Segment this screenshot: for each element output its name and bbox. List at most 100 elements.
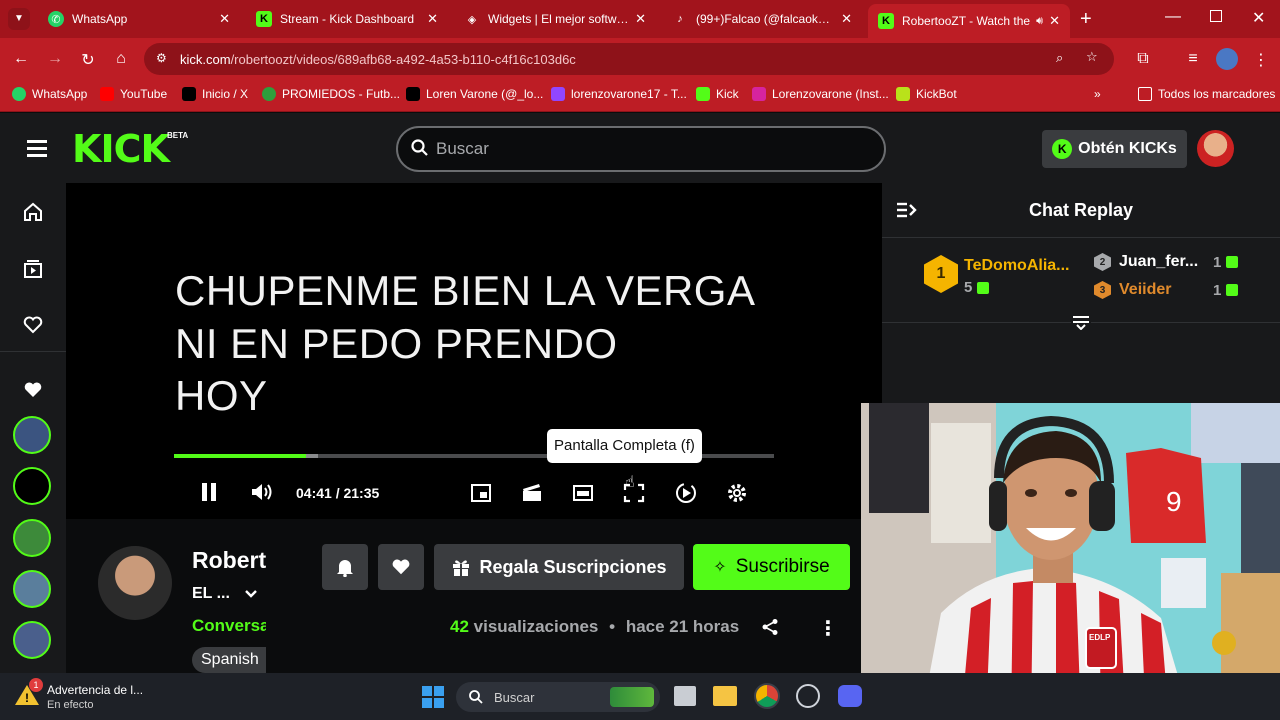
followed-channel-avatar[interactable] (13, 467, 51, 505)
taskbar-search[interactable]: Buscar (456, 682, 660, 712)
url-bar[interactable]: ⚙︎ kick.com/robertoozt/videos/689afb68-a… (144, 43, 1114, 75)
chrome-menu-icon[interactable]: ⋮ (1250, 50, 1272, 70)
tab-whatsapp[interactable]: ✆ WhatsApp ✕ (38, 4, 240, 34)
search-input[interactable]: Buscar (396, 126, 886, 172)
instagram-icon (752, 87, 766, 101)
leader-name[interactable]: Juan_fer... (1119, 253, 1207, 271)
rank-1-badge: 1 (924, 255, 958, 293)
all-bookmarks-folder[interactable]: Todos los marcadores (1138, 87, 1275, 101)
followed-channel-avatar[interactable] (13, 570, 51, 608)
count-value: 1 (1213, 281, 1222, 299)
notification-title: Advertencia de l... (47, 683, 144, 697)
close-tab-icon[interactable]: ✕ (635, 11, 646, 27)
url-domain: kick.com (180, 51, 231, 67)
close-tab-icon[interactable]: ✕ (1049, 13, 1060, 29)
bookmark-whatsapp[interactable]: WhatsApp (12, 87, 87, 101)
browse-icon[interactable] (22, 258, 44, 280)
following-icon[interactable] (22, 314, 44, 336)
bookmark-tiktok[interactable]: Loren Varone (@_lo... (406, 87, 543, 101)
bookmark-star-icon[interactable]: ☆ (1086, 49, 1098, 65)
obs-icon[interactable] (796, 684, 820, 708)
zoom-icon[interactable]: ⌕ (1056, 50, 1063, 66)
followed-channel-avatar[interactable] (13, 621, 51, 659)
close-tab-icon[interactable]: ✕ (841, 11, 852, 27)
bookmark-youtube[interactable]: YouTube (100, 87, 167, 101)
extensions-icon[interactable]: ⧉ (1132, 50, 1154, 68)
tab-robertoozt[interactable]: K RobertooZT - Watch the 🔊︎ ✕ (868, 4, 1070, 38)
kick-logo[interactable]: KICK (72, 127, 170, 171)
pause-button[interactable] (200, 482, 218, 502)
channel-avatar[interactable] (98, 546, 172, 620)
rank-number: 2 (1099, 256, 1106, 268)
user-avatar[interactable] (1197, 130, 1234, 167)
profile-avatar[interactable] (1216, 48, 1238, 70)
bookmark-twitch[interactable]: lorenzovarone17 - T... (551, 87, 687, 101)
theater-mode-icon[interactable] (470, 483, 492, 503)
hamburger-menu-icon[interactable] (27, 140, 47, 157)
speaker-icon[interactable]: 🔊︎ (1036, 15, 1043, 28)
windows-start-icon[interactable] (422, 686, 444, 708)
gift-subs-button[interactable]: Regala Suscripciones (434, 544, 684, 590)
bookmark-kickbot[interactable]: KickBot (896, 87, 957, 101)
kick-icon (696, 87, 710, 101)
home-icon[interactable] (22, 201, 44, 223)
settings-gear-icon[interactable] (726, 482, 748, 504)
close-window-button[interactable]: ✕ (1252, 8, 1265, 28)
expand-leaderboard-icon[interactable] (1071, 314, 1091, 332)
tab-widgets[interactable]: ◈ Widgets | El mejor software ✕ (454, 4, 656, 34)
get-kicks-label: Obtén KICKs (1078, 140, 1177, 157)
site-info-icon[interactable]: ⚙︎ (156, 51, 167, 65)
bookmark-promiedos[interactable]: PROMIEDOS - Futb... (262, 87, 400, 101)
rank-2-badge: 2 (1094, 253, 1111, 271)
task-view-icon[interactable] (674, 686, 696, 706)
views-count: 42 (450, 617, 469, 636)
new-tab-button[interactable]: + (1080, 8, 1092, 31)
tab-tiktok[interactable]: ♪ (99+)Falcao (@falcaokko) | T ✕ (662, 4, 862, 34)
notification-bell-button[interactable] (322, 544, 368, 590)
bookmark-instagram[interactable]: Lorenzovarone (Inst... (752, 87, 889, 101)
tab-kick-dashboard[interactable]: K Stream - Kick Dashboard ✕ (246, 4, 448, 34)
followed-channel-avatar[interactable] (13, 519, 51, 557)
divider (0, 351, 66, 352)
forward-button[interactable]: → (44, 50, 66, 68)
get-kicks-button[interactable]: K Obtén KICKs (1042, 130, 1187, 168)
subscribe-label: Suscribirse (735, 556, 830, 577)
current-time: 04:41 (296, 485, 332, 501)
discord-icon[interactable] (838, 685, 862, 707)
media-controls-icon[interactable]: ≡ (1182, 50, 1204, 68)
leader-name[interactable]: Veiider (1119, 281, 1207, 299)
video-player[interactable]: CHUPENME BIEN LA VERGA NI EN PEDO PRENDO… (66, 183, 882, 519)
bookmark-label: Kick (716, 87, 739, 101)
back-button[interactable]: ← (10, 50, 32, 68)
home-button[interactable]: ⌂ (110, 50, 132, 68)
channel-name[interactable]: Robert (192, 547, 266, 574)
reload-button[interactable]: ↻ (77, 50, 99, 70)
followed-channel-avatar[interactable] (13, 416, 51, 454)
category-link[interactable]: Conversa (192, 616, 266, 636)
playback-speed-icon[interactable] (674, 482, 698, 504)
clip-icon[interactable] (521, 483, 543, 503)
volume-icon[interactable] (250, 482, 274, 502)
tab-search-button[interactable]: ▼ (8, 8, 30, 30)
share-icon[interactable] (761, 618, 779, 636)
bookmark-kick[interactable]: Kick (696, 87, 739, 101)
video-overlay-text: NI EN PEDO PRENDO (175, 320, 618, 367)
bookmark-x[interactable]: Inicio / X (182, 87, 248, 101)
pip-icon[interactable] (572, 483, 594, 503)
close-tab-icon[interactable]: ✕ (427, 11, 438, 27)
taskbar-search-label: Buscar (494, 689, 535, 705)
beta-badge: BETA (167, 131, 189, 140)
follow-heart-button[interactable] (378, 544, 424, 590)
chrome-taskbar-icon[interactable] (754, 683, 780, 709)
url-path: /robertoozt/videos/689afb68-a492-4a53-b1… (230, 51, 576, 67)
stream-title[interactable]: EL ... (192, 585, 258, 603)
close-tab-icon[interactable]: ✕ (219, 11, 230, 27)
file-explorer-icon[interactable] (713, 686, 737, 706)
subscribe-button[interactable]: ✧ Suscribirse (693, 544, 850, 590)
more-options-icon[interactable]: ⋮ (818, 616, 838, 641)
leader-name[interactable]: TeDomoAlia... (964, 257, 1070, 275)
language-tag[interactable]: Spanish (192, 647, 266, 673)
minimize-button[interactable]: — (1165, 8, 1181, 26)
maximize-button[interactable] (1210, 10, 1222, 22)
bookmarks-overflow-icon[interactable]: » (1094, 87, 1101, 101)
